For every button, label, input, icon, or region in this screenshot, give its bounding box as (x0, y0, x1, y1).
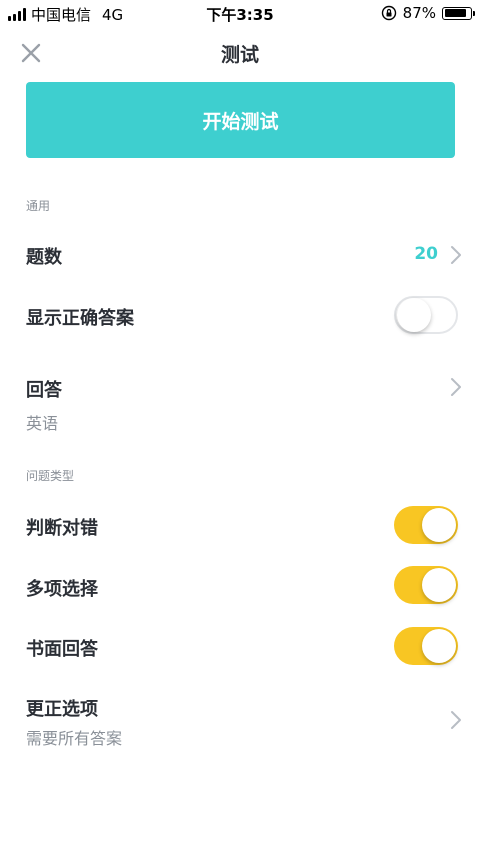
correction-options-row[interactable]: 更正选项 需要所有答案 (0, 690, 480, 752)
toggle-knob (397, 298, 431, 332)
section-label-general: 通用 (26, 199, 51, 213)
question-type-label: 判断对错 (26, 518, 98, 539)
battery-icon (442, 6, 475, 20)
chevron-right-icon (451, 378, 461, 396)
status-bar: 中国电信 4G 下午3:35 87% (0, 0, 480, 28)
answer-label: 回答 (26, 380, 62, 401)
question-type-label: 书面回答 (26, 639, 98, 660)
toggle-knob (422, 568, 456, 602)
section-label-question-types: 问题类型 (26, 469, 75, 483)
written-answer-toggle[interactable] (394, 627, 458, 665)
correction-options-label: 更正选项 (26, 699, 98, 720)
orientation-lock-icon (381, 5, 396, 21)
multiple-choice-toggle[interactable] (394, 566, 458, 604)
toggle-knob (422, 508, 456, 542)
question-count-label: 题数 (26, 247, 62, 268)
toggle-knob (422, 629, 456, 663)
question-count-row[interactable]: 题数 20 (0, 225, 480, 283)
nav-bar: 测试 (0, 30, 480, 76)
status-bar-right: 87% (381, 4, 475, 22)
start-test-button[interactable]: 开始测试 (26, 82, 455, 158)
chevron-right-icon (451, 711, 461, 729)
answer-language-row[interactable]: 回答 英语 (0, 360, 480, 438)
true-false-toggle[interactable] (394, 506, 458, 544)
show-correct-answers-label: 显示正确答案 (26, 308, 134, 329)
battery-level-fill (444, 9, 467, 17)
show-correct-answers-row: 显示正确答案 (0, 287, 480, 345)
answer-language-value: 英语 (26, 414, 59, 433)
question-count-value: 20 (414, 244, 438, 264)
chevron-right-icon (451, 246, 461, 264)
quiz-settings-screen: 中国电信 4G 下午3:35 87% 测试 开始测试 通用 题数 20 显示正确… (0, 0, 480, 853)
correction-options-value: 需要所有答案 (26, 729, 123, 748)
question-type-row-multiple-choice: 多项选择 (0, 557, 480, 615)
question-type-row-written: 书面回答 (0, 617, 480, 675)
question-type-label: 多项选择 (26, 579, 98, 600)
question-type-row-true-false: 判断对错 (0, 496, 480, 554)
battery-percent: 87% (402, 4, 436, 22)
show-correct-answers-toggle[interactable] (394, 296, 458, 334)
page-title: 测试 (220, 44, 259, 66)
